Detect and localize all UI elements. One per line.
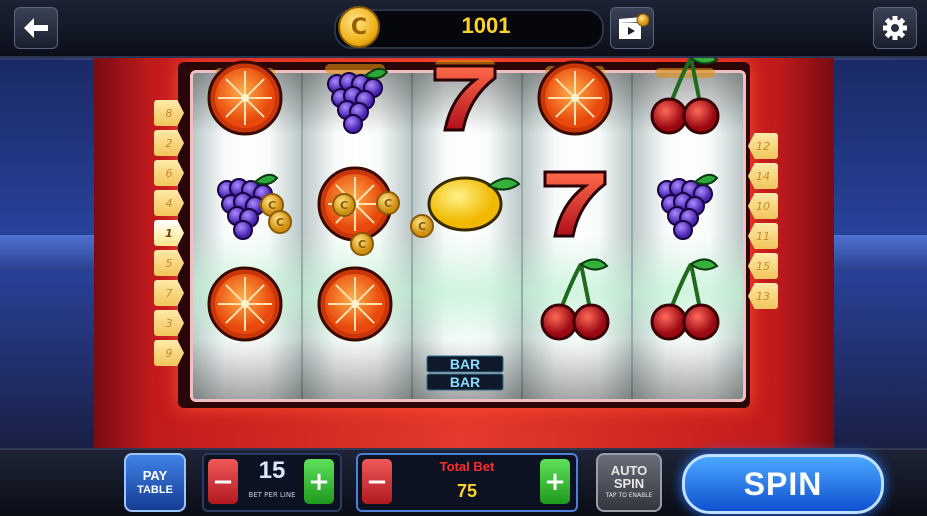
payline-tag-14: 14: [748, 163, 778, 189]
paylines-right: 12 14 10 11 15 13: [748, 133, 778, 313]
payline-tag-11: 11: [748, 223, 778, 249]
paylines-left: 8 2 6 4 1 5 7 3 9: [154, 100, 184, 370]
payline-tag-3: 3: [154, 310, 184, 336]
payline-tag-1: 1: [154, 220, 184, 246]
pay-table-label-2: TABLE: [137, 483, 173, 496]
payline-tag-9: 9: [154, 340, 184, 366]
spin-button[interactable]: SPIN: [682, 454, 884, 514]
bet-per-line-value: 15: [258, 457, 286, 484]
total-bet-value: 75: [456, 481, 478, 501]
bet-per-line-stepper: − 15 BET PER LINE +: [202, 453, 342, 512]
settings-button[interactable]: [873, 7, 917, 49]
payline-tag-4: 4: [154, 190, 184, 216]
stage-left-backdrop: [0, 60, 96, 448]
payline-tag-15: 15: [748, 253, 778, 279]
video-reward-icon: [619, 13, 649, 39]
balance-value: 1001: [461, 13, 511, 38]
bet-per-line-plus-button[interactable]: +: [304, 459, 334, 504]
payline-tag-13: 13: [748, 283, 778, 309]
bet-per-line-label: BET PER LINE: [248, 491, 296, 499]
payline-tag-8: 8: [154, 100, 184, 126]
total-bet-minus-button[interactable]: −: [362, 459, 392, 504]
back-arrow-icon: [24, 18, 48, 38]
auto-spin-button[interactable]: AUTO SPIN TAP TO ENABLE: [596, 453, 662, 512]
payline-tag-10: 10: [748, 193, 778, 219]
auto-spin-label-2: SPIN: [613, 476, 645, 491]
bet-per-line-minus-button[interactable]: −: [208, 459, 238, 504]
coin-icon: C: [338, 6, 380, 48]
spin-label: SPIN: [743, 465, 823, 502]
total-bet-plus-button[interactable]: +: [540, 459, 570, 504]
auto-spin-hint: TAP TO ENABLE: [605, 492, 653, 499]
pay-table-label-1: PAY: [142, 467, 168, 483]
video-reward-button[interactable]: [610, 7, 654, 49]
payline-tag-2: 2: [154, 130, 184, 156]
stage-right-backdrop: [831, 60, 927, 448]
back-button[interactable]: [14, 7, 58, 49]
payline-tag-12: 12: [748, 133, 778, 159]
total-bet-label: Total Bet: [439, 459, 495, 474]
gear-icon: [883, 16, 907, 40]
pay-table-button[interactable]: PAY TABLE: [124, 453, 186, 512]
payline-tag-7: 7: [154, 280, 184, 306]
payline-tag-5: 5: [154, 250, 184, 276]
payline-tag-6: 6: [154, 160, 184, 186]
reel-window: [190, 70, 746, 402]
total-bet-stepper: − Total Bet 75 +: [356, 453, 578, 512]
